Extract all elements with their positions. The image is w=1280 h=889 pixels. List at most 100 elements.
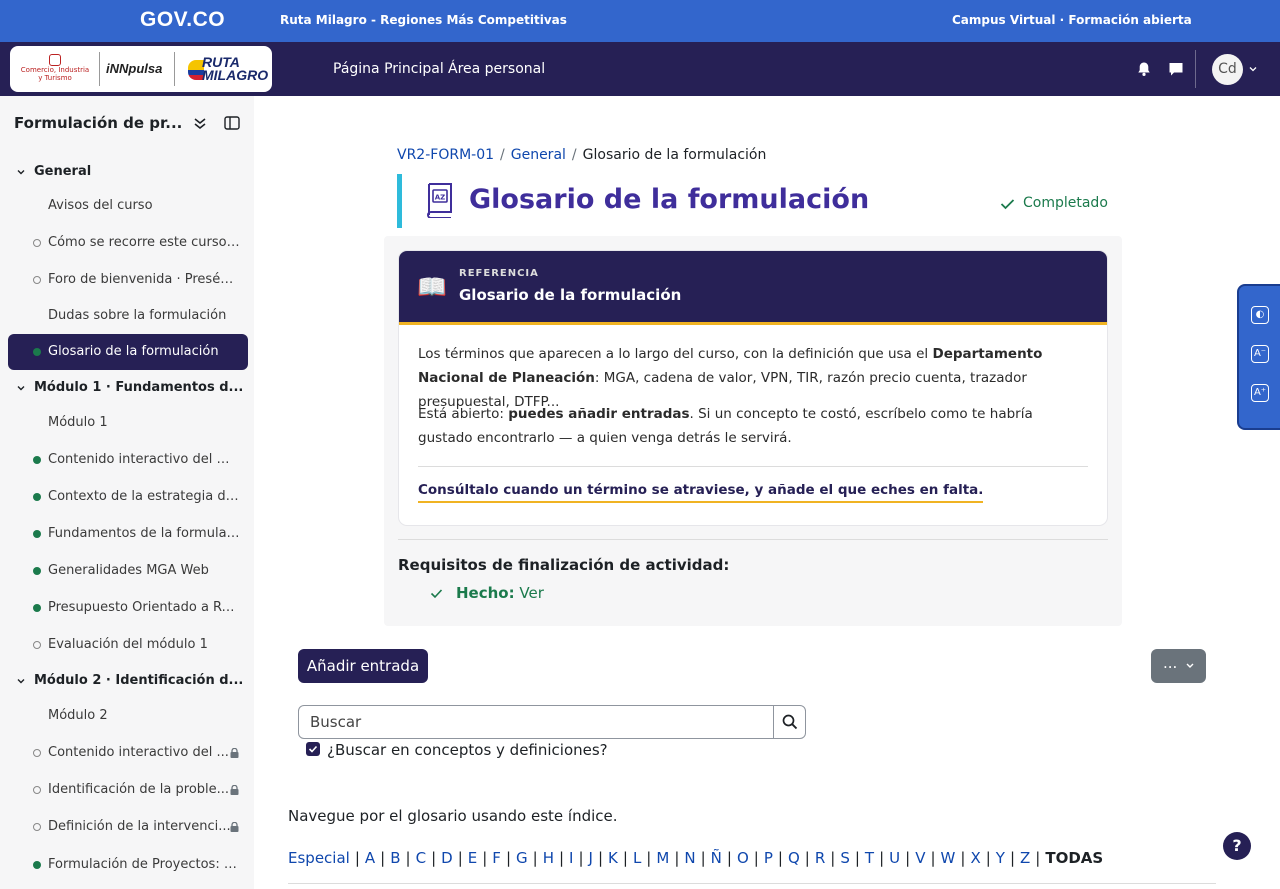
alphabet-letter-link[interactable]: K — [608, 849, 618, 867]
course-title[interactable]: Formulación de pr... — [14, 114, 182, 132]
alphabet-letter-link[interactable]: D — [441, 849, 453, 867]
sidebar-item[interactable]: Definición de la intervenci... — [8, 809, 248, 845]
alphabet-letter-link[interactable]: Z — [1020, 849, 1030, 867]
search-full-text-checkbox[interactable]: ¿Buscar en conceptos y definiciones? — [306, 741, 608, 759]
lock-icon — [230, 748, 239, 758]
search-button[interactable] — [773, 706, 806, 738]
sidebar-item[interactable]: Módulo 1 — [8, 405, 248, 441]
sidebar-item[interactable]: Evaluación del módulo 1 — [8, 627, 248, 663]
alphabet-separator: | — [854, 849, 860, 867]
gov-logo[interactable]: GOV.CO — [140, 8, 225, 32]
sidebar-item-label: Contexto de la estrategia de... — [48, 489, 240, 504]
completed-dot-icon — [33, 493, 41, 501]
sidebar-section[interactable]: General — [8, 154, 248, 190]
alphabet-letter-link[interactable]: O — [737, 849, 749, 867]
alphabet-letter-link[interactable]: L — [633, 849, 641, 867]
sidebar-item-label: Módulo 2 — [48, 708, 108, 723]
alphabet-letter-link[interactable]: C — [416, 849, 426, 867]
ministry-logo: Comercio, Industria y Turismo — [18, 52, 92, 86]
sidebar-item[interactable]: Contexto de la estrategia de... — [8, 479, 248, 515]
alphabet-separator: | — [482, 849, 488, 867]
alphabet-letter-link[interactable]: H — [543, 849, 554, 867]
more-actions-button[interactable]: ... — [1151, 649, 1206, 683]
sidebar-section[interactable]: Módulo 1 · Fundamentos d... — [8, 370, 248, 406]
alphabet-letter-link[interactable]: U — [889, 849, 900, 867]
sidebar-item[interactable]: Contenido interactivo del mó... — [8, 442, 248, 478]
card-divider — [418, 466, 1088, 467]
checkbox-checked[interactable] — [306, 742, 320, 756]
decrease-font-icon[interactable]: A⁻ — [1251, 345, 1269, 363]
alphabet-separator: | — [578, 849, 584, 867]
alphabet-separator: | — [597, 849, 604, 867]
chevron-down-icon[interactable] — [1249, 65, 1257, 73]
gov-topbar: GOV.CO Ruta Milagro - Regiones Más Compe… — [0, 0, 1280, 42]
alphabet-letter-link[interactable]: W — [941, 849, 956, 867]
sidebar-item[interactable]: Dudas sobre la formulación — [8, 298, 248, 334]
sidebar-item[interactable]: Glosario de la formulación — [8, 334, 248, 370]
incomplete-dot-icon — [33, 786, 41, 794]
alphabet-separator: | — [905, 849, 911, 867]
bell-icon[interactable] — [1136, 61, 1152, 77]
sidebar-item-label: Presupuesto Orientado a Res... — [48, 600, 240, 615]
partner-logos[interactable]: Comercio, Industria y Turismo iNNpulsa R… — [10, 46, 272, 92]
reference-card: 📖 REFERENCIA Glosario de la formulación … — [399, 251, 1107, 525]
alphabet-letter-link[interactable]: X — [970, 849, 980, 867]
close-drawer-icon[interactable] — [224, 115, 240, 131]
sidebar-item[interactable]: Identificación de la proble... — [8, 772, 248, 808]
search-input[interactable]: Buscar — [310, 713, 361, 731]
alphabet-letter-link[interactable]: R — [815, 849, 825, 867]
course-index-sidebar: Formulación de pr... General Avisos del c… — [0, 96, 254, 889]
nav-personal-area-link[interactable]: Área personal — [448, 61, 545, 77]
alphabet-separator: | — [558, 849, 565, 867]
help-button[interactable]: ? — [1223, 832, 1251, 860]
sidebar-item[interactable]: Generalidades MGA Web — [8, 553, 248, 589]
alphabet-letter-link[interactable]: P — [764, 849, 773, 867]
sidebar-item[interactable]: Formulación de Proyectos: I... — [8, 847, 248, 883]
title-accent-bar — [397, 174, 402, 228]
increase-font-icon[interactable]: A⁺ — [1251, 384, 1269, 402]
innpulsa-logo: iNNpulsa — [106, 61, 163, 76]
sidebar-item[interactable]: Cómo se recorre este curso ... — [8, 225, 248, 261]
nav-home-link[interactable]: Página Principal — [333, 61, 444, 77]
add-entry-button[interactable]: Añadir entrada — [298, 649, 428, 683]
alphabet-letter-link[interactable]: E — [468, 849, 477, 867]
alphabet-letter-link[interactable]: G — [516, 849, 528, 867]
avatar[interactable]: Cd — [1212, 54, 1243, 85]
contrast-icon[interactable]: ◐ — [1251, 306, 1269, 324]
collapse-all-icon[interactable] — [192, 115, 208, 131]
alphabet-separator: | — [505, 849, 511, 867]
alphabet-letter-link[interactable]: T — [865, 849, 874, 867]
incomplete-dot-icon — [33, 239, 41, 247]
breadcrumb-course-link[interactable]: VR2-FORM-01 — [397, 147, 494, 163]
alphabet-letter-link[interactable]: Q — [788, 849, 800, 867]
incomplete-dot-icon — [33, 641, 41, 649]
sidebar-section[interactable]: Módulo 2 · Identificación d... — [8, 663, 248, 699]
alphabet-letter-link[interactable]: F — [492, 849, 501, 867]
sidebar-item[interactable]: Foro de bienvenida · Presént... — [8, 262, 248, 298]
incomplete-dot-icon — [33, 823, 41, 831]
alphabet-separator: | — [777, 849, 783, 867]
alphabet-letter-link[interactable]: M — [656, 849, 669, 867]
alphabet-letter-link[interactable]: S — [840, 849, 850, 867]
alphabet-letter-link[interactable]: Y — [996, 849, 1005, 867]
alphabet-letter-link[interactable]: Ñ — [711, 849, 722, 867]
sidebar-item[interactable]: Módulo 2 — [8, 698, 248, 734]
alphabet-separator: | — [405, 849, 411, 867]
sidebar-item[interactable]: Avisos del curso — [8, 188, 248, 224]
alphabet-letter-link[interactable]: N — [684, 849, 695, 867]
alphabet-letter-link[interactable]: B — [390, 849, 400, 867]
alphabet-letter-link[interactable]: Especial — [288, 849, 350, 867]
chevron-down-icon[interactable] — [16, 383, 26, 393]
sidebar-item[interactable]: Fundamentos de la formulac... — [8, 516, 248, 552]
chevron-down-icon[interactable] — [16, 676, 26, 686]
alphabet-letter-link[interactable]: J — [589, 849, 593, 867]
sidebar-item-label: Dudas sobre la formulación — [48, 308, 227, 323]
alphabet-letter-link[interactable]: V — [915, 849, 925, 867]
alphabet-letter-link[interactable]: A — [365, 849, 375, 867]
breadcrumb-section-link[interactable]: General — [511, 147, 566, 163]
chat-icon[interactable] — [1168, 61, 1184, 77]
sidebar-item[interactable]: Contenido interactivo del ... — [8, 735, 248, 771]
alphabet-letter-link[interactable]: I — [569, 849, 573, 867]
sidebar-item[interactable]: Presupuesto Orientado a Res... — [8, 590, 248, 626]
chevron-down-icon[interactable] — [16, 167, 26, 177]
